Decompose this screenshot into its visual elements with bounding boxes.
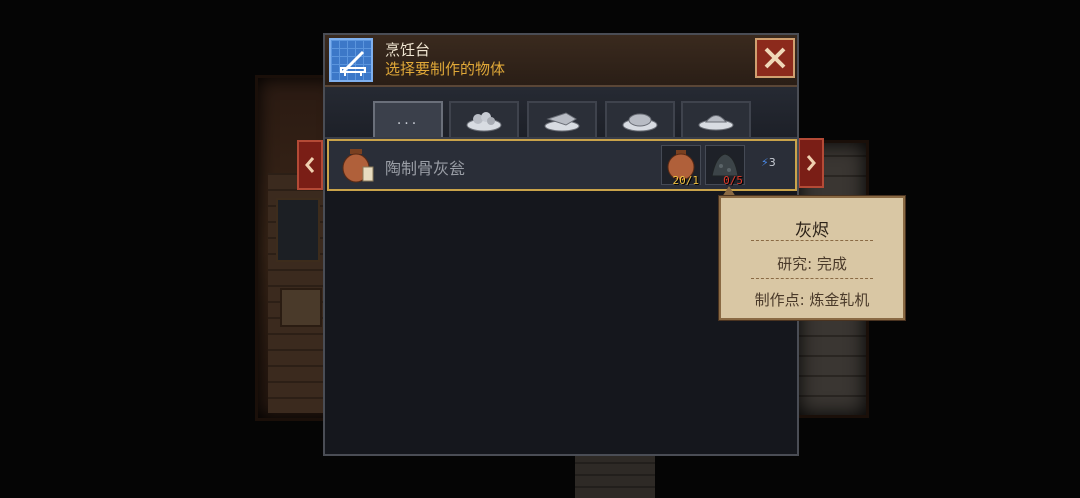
tab-dish[interactable]	[681, 101, 751, 137]
blueprint-workbench-icon	[329, 38, 373, 82]
station-title: 烹饪台	[385, 41, 431, 59]
ingredient-count-pot: 20/1	[672, 174, 700, 187]
recipe-row[interactable]: 陶制骨灰瓮 20/1 0/5 ⚡3	[327, 139, 797, 191]
next-page-arrow[interactable]	[798, 138, 824, 188]
more-dots-icon: ...	[396, 112, 420, 128]
recipe-name: 陶制骨灰瓮	[385, 159, 466, 178]
background-crate	[280, 288, 322, 327]
tooltip-divider	[751, 278, 873, 280]
ingredient-tooltip: 灰烬 研究: 完成 制作点: 炼金轧机	[719, 196, 905, 320]
close-button[interactable]	[755, 38, 795, 78]
close-x-icon	[764, 47, 786, 69]
station-subtitle: 选择要制作的物体	[385, 60, 506, 78]
meat-plate-icon	[622, 113, 658, 132]
ingredient-slot-ash[interactable]: 0/5	[705, 145, 745, 187]
tab-meat[interactable]	[605, 101, 675, 137]
tab-fish[interactable]	[527, 101, 597, 137]
dish-plate-icon	[698, 115, 734, 131]
tooltip-divider	[751, 240, 873, 242]
food-plate-icon	[466, 112, 502, 132]
tooltip-craft-at: 制作点: 炼金轧机	[754, 291, 870, 309]
ingredient-slot-pot[interactable]: 20/1	[661, 145, 701, 187]
fish-plate-icon	[544, 112, 580, 132]
energy-value: 3	[768, 156, 776, 169]
tab-food[interactable]	[449, 101, 519, 137]
clay-urn-icon	[342, 149, 374, 183]
energy-cost: ⚡3	[761, 156, 776, 169]
tab-more[interactable]: ...	[373, 101, 443, 137]
tooltip-title: 灰烬	[795, 221, 829, 241]
background-shelf	[276, 198, 320, 262]
panel-header: 烹饪台 选择要制作的物体	[325, 35, 797, 87]
background-room-bottom	[575, 455, 655, 498]
prev-page-arrow[interactable]	[297, 140, 323, 190]
category-tabs: ...	[325, 87, 797, 139]
tooltip-research: 研究: 完成	[777, 255, 847, 273]
lightning-icon: ⚡	[761, 156, 769, 169]
